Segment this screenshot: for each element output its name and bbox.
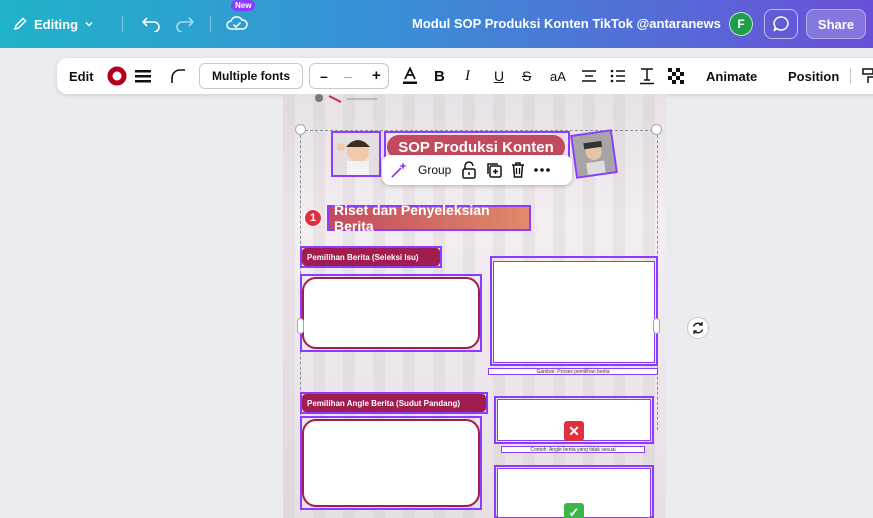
comment-icon	[772, 15, 790, 33]
trash-icon[interactable]	[511, 162, 525, 178]
document-title[interactable]: Modul SOP Produksi Konten TikTok @antara…	[412, 16, 721, 31]
section-title[interactable]: Riset dan Penyeleksian Berita	[329, 202, 529, 234]
section-number-badge[interactable]: 1	[304, 209, 322, 227]
image-caption[interactable]: Gambar: Proses pemilihan berita	[488, 368, 658, 375]
chevron-down-icon	[84, 19, 94, 29]
text-box[interactable]	[302, 419, 480, 507]
lock-icon[interactable]	[461, 161, 477, 179]
top-bar: Editing New Modul SOP Produksi Konten Ti…	[0, 0, 873, 48]
format-painter-button[interactable]	[862, 58, 873, 94]
logo-strip	[311, 94, 381, 106]
cloud-save-button[interactable]	[226, 14, 248, 32]
share-button[interactable]: Share	[806, 9, 866, 39]
pencil-icon	[12, 16, 28, 32]
duplicate-icon[interactable]	[486, 162, 503, 178]
image-caption[interactable]: Contoh: Angle berita yang tidak sesuai	[501, 446, 645, 453]
divider	[210, 16, 211, 32]
selection-tag[interactable]: Pemilihan Berita (Seleksi Isu)	[302, 248, 440, 266]
image-placeholder[interactable]	[493, 261, 655, 363]
undo-button[interactable]	[141, 14, 161, 32]
divider	[122, 16, 123, 32]
resize-handle-top-left[interactable]	[295, 124, 306, 135]
font-size-input[interactable]: –	[344, 68, 352, 84]
letter-case-button[interactable]: aA	[550, 58, 566, 94]
italic-button[interactable]: I	[465, 58, 470, 94]
comments-button[interactable]	[764, 9, 798, 39]
avatar[interactable]: F	[729, 12, 753, 36]
corner-icon	[170, 68, 186, 84]
transparency-button[interactable]	[668, 58, 684, 94]
design-page[interactable]: SOP Produksi Konten Group 1 Riset dan Pe…	[283, 94, 666, 518]
position-button[interactable]: Position	[788, 58, 839, 94]
editing-label: Editing	[34, 16, 79, 32]
divider	[850, 68, 851, 84]
edit-button[interactable]: Edit	[69, 58, 94, 94]
magic-wand-icon[interactable]	[390, 161, 408, 179]
text-color-button[interactable]	[402, 58, 418, 94]
wrong-mark-icon: ✕	[564, 421, 584, 441]
more-options-icon[interactable]	[534, 167, 551, 173]
align-button[interactable]	[581, 58, 597, 94]
animate-button[interactable]: Animate	[706, 58, 757, 94]
angle-tag[interactable]: Pemilihan Angle Berita (Sudut Pandang)	[302, 394, 486, 412]
color-button[interactable]	[107, 58, 127, 94]
spacing-button[interactable]	[639, 58, 655, 94]
resize-handle-top-right[interactable]	[651, 124, 662, 135]
list-button[interactable]	[610, 58, 626, 94]
increase-size-button[interactable]: +	[372, 67, 381, 84]
font-selector[interactable]: Multiple fonts	[199, 63, 303, 89]
editing-menu[interactable]: Editing	[12, 12, 94, 36]
decrease-size-button[interactable]: –	[320, 68, 328, 84]
undo-icon	[141, 14, 161, 32]
resize-handle-left[interactable]	[297, 318, 304, 334]
font-size-control: – – +	[309, 63, 389, 89]
redo-icon	[175, 14, 195, 32]
rotate-icon	[691, 321, 705, 335]
transparency-icon	[668, 68, 684, 84]
group-button[interactable]: Group	[418, 163, 451, 177]
text-color-icon	[402, 67, 418, 85]
align-center-icon	[581, 69, 597, 83]
color-circle-icon	[107, 66, 127, 86]
text-toolbar: Edit Multiple fonts – – + B I U S aA Ani…	[57, 58, 873, 94]
text-box[interactable]	[302, 277, 480, 349]
group-context-bar: Group	[382, 155, 572, 185]
sticker-image-right[interactable]	[570, 129, 618, 179]
strikethrough-button[interactable]: S	[522, 58, 531, 94]
underline-button[interactable]: U	[494, 58, 504, 94]
bold-button[interactable]: B	[434, 58, 445, 94]
cloud-check-icon	[226, 14, 248, 32]
rotate-button[interactable]	[687, 317, 709, 339]
border-style-button[interactable]	[134, 58, 152, 94]
resize-handle-right[interactable]	[653, 318, 660, 334]
check-mark-icon: ✓	[564, 503, 584, 518]
spacing-icon	[639, 67, 655, 85]
corner-rounding-button[interactable]	[170, 58, 186, 94]
redo-button[interactable]	[175, 14, 195, 32]
new-badge: New	[231, 0, 256, 11]
paint-roller-icon	[862, 67, 873, 85]
lines-icon	[134, 68, 152, 84]
sticker-image-left[interactable]	[331, 131, 381, 177]
list-icon	[610, 69, 626, 83]
